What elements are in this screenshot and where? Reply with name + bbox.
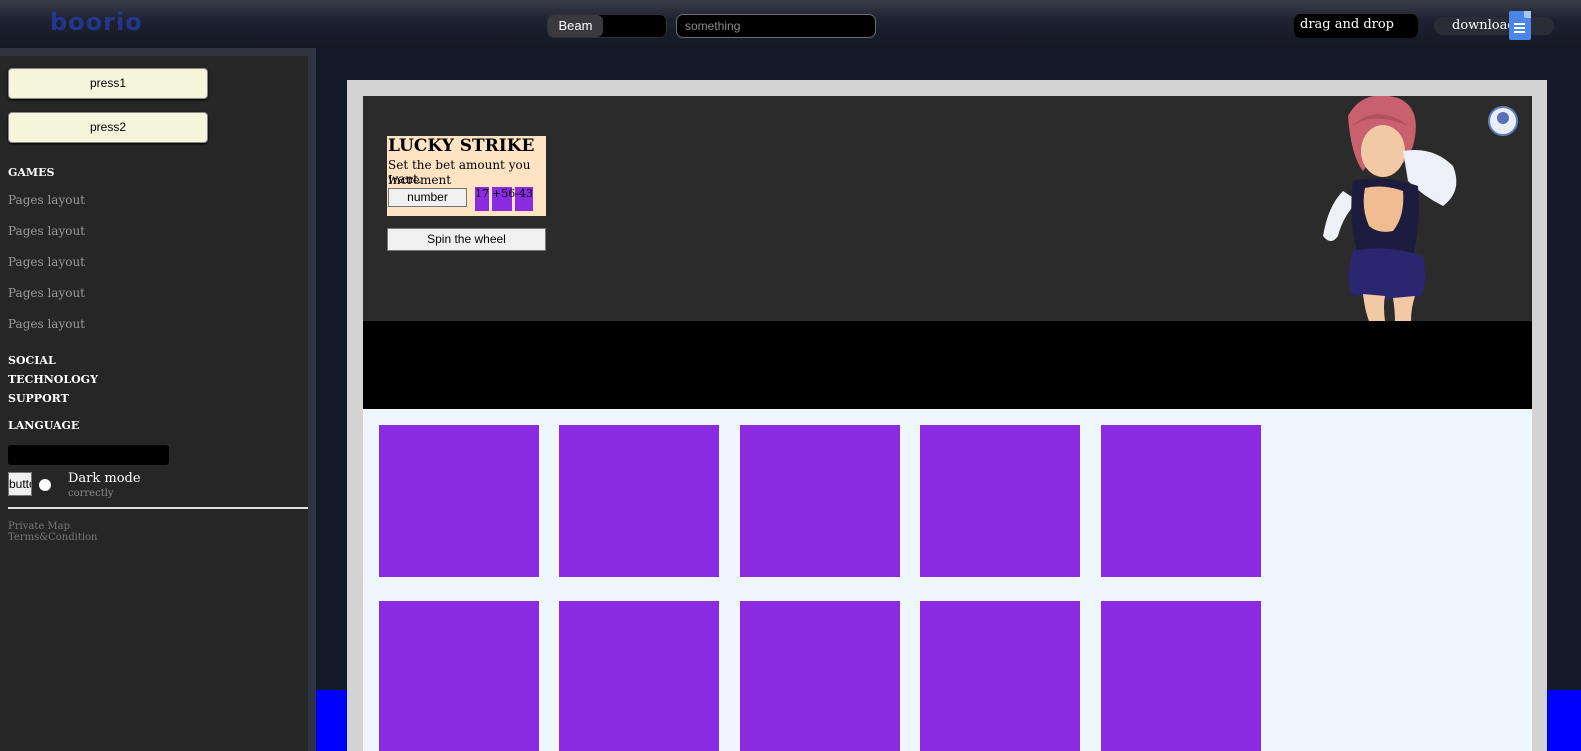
sidebar-link-pages-layout[interactable]: Pages layout: [8, 317, 85, 331]
drag-and-drop-field[interactable]: drag and drop: [1294, 14, 1418, 38]
logo[interactable]: boorio: [50, 8, 143, 36]
games-heading[interactable]: GAMES: [8, 166, 54, 179]
hero-banner: LUCKY STRIKE Set the bet amount you want…: [363, 96, 1532, 321]
language-heading: LANGUAGE: [8, 419, 80, 432]
increment-chip[interactable]: 17: [475, 187, 489, 211]
sidebar-link-pages-layout[interactable]: Pages layout: [8, 224, 85, 238]
game-grid: [363, 409, 1532, 751]
game-tile[interactable]: [1101, 425, 1261, 577]
dark-mode-button[interactable]: button: [8, 472, 32, 496]
game-tile[interactable]: [559, 601, 719, 751]
sidebar-link-pages-layout[interactable]: Pages layout: [8, 193, 85, 207]
bet-amount-input[interactable]: number: [388, 188, 467, 207]
sidebar-link-pages-layout[interactable]: Pages layout: [8, 255, 85, 269]
game-title: LUCKY STRIKE: [388, 136, 535, 156]
game-tile[interactable]: [379, 601, 539, 751]
black-band: [363, 321, 1532, 409]
dark-mode-label: Dark mode: [68, 471, 141, 486]
sidebar-link-pages-layout[interactable]: Pages layout: [8, 286, 85, 300]
search-input[interactable]: something: [676, 14, 876, 38]
increment-chip[interactable]: -43: [515, 187, 533, 211]
game-tile[interactable]: [920, 601, 1080, 751]
game-tile[interactable]: [740, 425, 900, 577]
press2-button[interactable]: press2: [8, 112, 208, 143]
game-tile[interactable]: [559, 425, 719, 577]
download-button[interactable]: download: [1434, 17, 1554, 35]
logo-text: boorio: [50, 8, 143, 36]
lucky-strike-card: LUCKY STRIKE Set the bet amount you want…: [387, 136, 546, 216]
language-select[interactable]: [8, 445, 169, 465]
dark-mode-sublabel: correctly: [68, 488, 114, 499]
beam-button[interactable]: Beam: [548, 15, 603, 37]
anime-character-image: [1323, 96, 1518, 321]
private-map-link[interactable]: Private Map: [8, 521, 70, 532]
increment-chip[interactable]: +56: [492, 187, 515, 211]
game-tile[interactable]: [1101, 601, 1261, 751]
document-icon[interactable]: [1509, 11, 1531, 40]
increment-label: Increment: [388, 173, 452, 187]
sidebar: press1 press2 GAMES Pages layout Pages l…: [0, 56, 308, 751]
press1-button[interactable]: press1: [8, 68, 208, 99]
technology-heading[interactable]: TECHNOLOGY: [8, 373, 98, 386]
terms-link[interactable]: Terms&Condition: [8, 532, 98, 543]
sidebar-divider: [8, 507, 308, 509]
segment-control[interactable]: Beam: [547, 14, 667, 38]
support-heading[interactable]: SUPPORT: [8, 392, 69, 405]
top-bar: boorio Beam something drag and drop down…: [0, 0, 1581, 48]
spin-wheel-button[interactable]: Spin the wheel: [387, 228, 546, 251]
game-tile[interactable]: [740, 601, 900, 751]
game-tile[interactable]: [379, 425, 539, 577]
game-tile[interactable]: [920, 425, 1080, 577]
dark-mode-toggle[interactable]: [39, 479, 51, 491]
social-heading[interactable]: SOCIAL: [8, 354, 56, 367]
